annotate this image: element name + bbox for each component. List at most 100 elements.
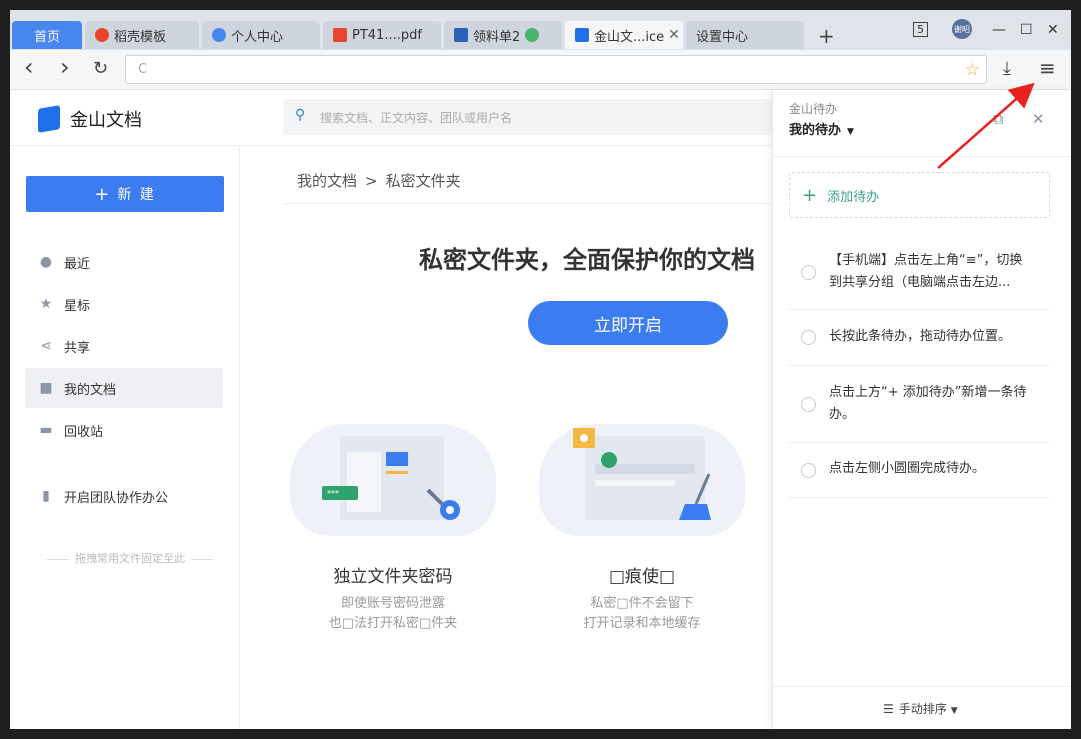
download-icon[interactable]: ⤓ [1003, 58, 1011, 79]
todo-item[interactable]: 点击左侧小圆圈完成待办。 [789, 443, 1050, 498]
feature-desc-line: 私密□件不会留下 [590, 596, 694, 611]
feature-description: 即使账号密码泄露 也□法打开私密□件夹 [290, 594, 496, 634]
tab-personal-center[interactable]: 个人中心 [202, 21, 320, 49]
todo-checkbox[interactable] [801, 265, 816, 280]
new-tab-button[interactable]: + [818, 24, 835, 48]
clock-icon: ● [39, 254, 53, 270]
divider [283, 203, 771, 204]
address-bar[interactable]: C ☆ [125, 55, 987, 84]
check-icon [525, 28, 540, 42]
todo-item[interactable]: 长按此条待办，拖动待办位置。 [789, 310, 1050, 366]
todo-subtitle: 金山待办 [789, 102, 838, 116]
main-content: 我的文档 > 私密文件夹 私密文件夹，全面保护你的文档 立即开启 *** 独立文… [241, 146, 771, 729]
minimize-button[interactable]: — [992, 22, 1006, 38]
close-icon[interactable]: ✕ [1032, 110, 1045, 128]
sort-icon: ☰ [883, 702, 894, 716]
todo-text: 办。 [829, 407, 856, 422]
tab-label: 稻壳模板 [114, 29, 167, 45]
tab-docer[interactable]: 稻壳模板 [85, 21, 199, 49]
todo-item[interactable]: 【手机端】点击左上角“≡”，切换 到共享分组（电脑端点击左边... [789, 240, 1050, 310]
close-tab-icon[interactable]: ✕ [664, 27, 680, 43]
todo-checkbox[interactable] [801, 463, 816, 478]
tab-settings[interactable]: 设置中心 [686, 21, 804, 49]
logo-text: 金山文档 [70, 110, 142, 131]
sidebar-item-label: 我的文档 [64, 382, 117, 398]
tab-home[interactable]: 首页 [12, 21, 82, 49]
todo-text: 点击左侧小圆圈完成待办。 [829, 461, 986, 476]
todo-text: 点击上方“+ 添加待办”新增一条待 [829, 385, 1027, 400]
feature-desc-line: 即使账号密码泄露 [340, 596, 445, 611]
add-todo-button[interactable]: + 添加待办 [789, 172, 1050, 218]
todo-text: 长按此条待办，拖动待办位置。 [829, 329, 1012, 344]
badge-icon[interactable]: 5 [913, 22, 928, 37]
share-icon: ⋖ [40, 338, 52, 354]
menu-icon[interactable]: ≡ [1039, 56, 1056, 80]
todo-item[interactable]: 点击上方“+ 添加待办”新增一条待 办。 [789, 366, 1050, 443]
sidebar-item-label: 共享 [64, 340, 91, 356]
pdf-icon [333, 28, 347, 42]
star-icon: ★ [39, 296, 53, 312]
close-window-button[interactable]: ✕ [1047, 22, 1059, 38]
app-logo[interactable]: 金山文档 [38, 105, 142, 133]
svg-text:***: *** [327, 489, 339, 498]
sort-label: 手动排序 [898, 702, 947, 716]
add-todo-label: 添加待办 [827, 189, 880, 205]
sidebar: + 新 建 ● 最近 ★ 星标 ⋖ 共享 ■ 我的文档 ▬ 回收站 ▮ 开启团队协作办公 拖拽… [10, 146, 240, 729]
divider [773, 686, 1071, 687]
todo-checkbox[interactable] [801, 330, 816, 345]
sidebar-item-label: 星标 [64, 298, 91, 314]
tab-label: 设置中心 [696, 29, 749, 45]
sidebar-item-recent[interactable]: ● 最近 [25, 242, 223, 282]
breadcrumb-current: 私密文件夹 [385, 172, 461, 190]
sidebar-item-shared[interactable]: ⋖ 共享 [25, 326, 223, 366]
sort-button[interactable]: ☰ 手动排序 ▼ [883, 700, 958, 717]
search-icon: ⚲ [295, 107, 306, 123]
todo-title: 我的待办 [789, 123, 842, 138]
tab-label: 金山文...ice [594, 29, 665, 45]
privacy-illustration [539, 424, 745, 536]
todo-text: 到共享分组（电脑端点击左边... [829, 275, 1011, 290]
url-text[interactable]: C [138, 62, 147, 77]
layers-icon [454, 28, 468, 42]
sidebar-item-team[interactable]: ▮ 开启团队协作办公 [25, 476, 223, 516]
browser-window: 首页 稻壳模板 个人中心 PT41....pdf 领料单2 金山文...ice ✕… [10, 10, 1071, 729]
todo-checkbox[interactable] [801, 397, 816, 412]
kdocs-icon [575, 28, 589, 42]
sidebar-item-label: 开启团队协作办公 [64, 490, 169, 506]
tab-kdocs[interactable]: 金山文...ice ✕ [565, 21, 683, 49]
forward-button[interactable]: › [60, 53, 70, 81]
breadcrumb: 我的文档 > 私密文件夹 [297, 170, 469, 191]
tab-pdf[interactable]: PT41....pdf [323, 21, 441, 49]
plus-icon: + [94, 183, 112, 205]
avatar[interactable]: 谢昭 [952, 19, 972, 39]
pin-hint: 拖拽常用文件固定至此 [40, 550, 220, 566]
tab-label: 首页 [33, 29, 60, 45]
sidebar-item-trash[interactable]: ▬ 回收站 [25, 410, 223, 450]
password-illustration: *** [290, 424, 496, 536]
todo-text: 【手机端】点击左上角“≡”，切换 [829, 253, 1023, 268]
tab-bar: 首页 稻壳模板 个人中心 PT41....pdf 领料单2 金山文...ice ✕… [10, 10, 1071, 50]
popout-icon[interactable]: ⧉ [993, 110, 1004, 128]
new-button[interactable]: + 新 建 [26, 176, 224, 212]
tab-label: 领料单2 [473, 29, 521, 45]
trash-icon: ▬ [39, 422, 53, 438]
chevron-down-icon: ▼ [847, 127, 854, 137]
search-input[interactable]: ⚲ 搜索文档、正文内容、团队或用户名 [283, 99, 783, 135]
feature-title: □痕使□ [608, 567, 676, 587]
bookmark-star-icon[interactable]: ☆ [965, 60, 980, 80]
docer-icon [95, 28, 109, 42]
search-placeholder: 搜索文档、正文内容、团队或用户名 [320, 111, 513, 125]
feature-desc-line: 也□法打开私密□件夹 [328, 616, 458, 631]
todo-group-select[interactable]: 我的待办 ▼ [789, 119, 854, 138]
tab-material-list[interactable]: 领料单2 [444, 21, 562, 49]
folder-icon: ■ [39, 380, 53, 396]
reload-button[interactable]: ↻ [93, 58, 108, 79]
back-button[interactable]: ‹ [24, 53, 34, 81]
maximize-button[interactable]: ☐ [1020, 22, 1033, 38]
sidebar-item-my-docs[interactable]: ■ 我的文档 [25, 368, 223, 408]
chevron-down-icon: ▼ [950, 706, 958, 716]
todo-panel: 金山待办 我的待办 ▼ ⧉ ✕ + 添加待办 【手机端】点击左上角“≡”，切换 到共享… [772, 90, 1071, 729]
enable-button[interactable]: 立即开启 [528, 301, 728, 345]
breadcrumb-root[interactable]: 我的文档 [297, 172, 357, 190]
sidebar-item-starred[interactable]: ★ 星标 [25, 284, 223, 324]
